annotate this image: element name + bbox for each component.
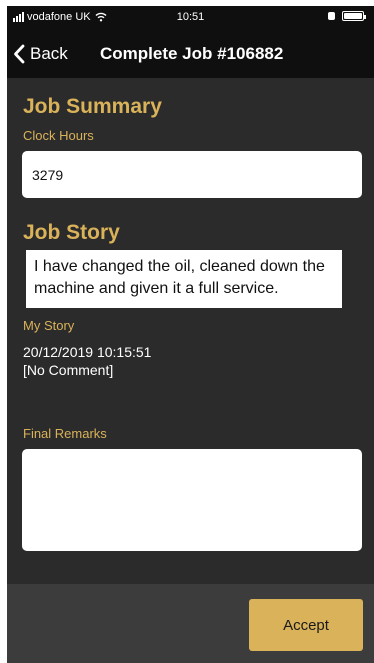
status-bar: vodafone UK 10:51 <box>7 6 374 30</box>
story-timestamp: 20/12/2019 10:15:51 <box>23 344 152 360</box>
job-summary-heading: Job Summary <box>23 95 162 118</box>
story-comment: [No Comment] <box>23 362 114 378</box>
final-remarks-label: Final Remarks <box>23 426 107 441</box>
clock-hours-label: Clock Hours <box>23 128 94 143</box>
status-time: 10:51 <box>176 11 205 23</box>
job-story-heading: Job Story <box>23 221 120 244</box>
my-story-label: My Story <box>23 318 75 333</box>
battery-icon <box>342 11 366 21</box>
chevron-left-icon <box>14 44 25 64</box>
accept-button[interactable]: Accept <box>249 599 363 651</box>
back-label: Back <box>30 44 68 63</box>
page-title: Complete Job #106882 <box>100 44 284 63</box>
clock-hours-input[interactable] <box>22 151 362 198</box>
navigation-bar: Back Complete Job #106882 <box>7 30 374 78</box>
status-right <box>327 11 366 21</box>
alarm-icon <box>328 12 335 20</box>
footer-bar: Accept <box>7 584 374 663</box>
final-remarks-input[interactable] <box>22 449 362 551</box>
back-button[interactable]: Back <box>13 40 68 68</box>
job-story-text: I have changed the oil, cleaned down the… <box>26 250 342 308</box>
app-screen: vodafone UK 10:51 Back Complete Job #106… <box>7 6 374 663</box>
